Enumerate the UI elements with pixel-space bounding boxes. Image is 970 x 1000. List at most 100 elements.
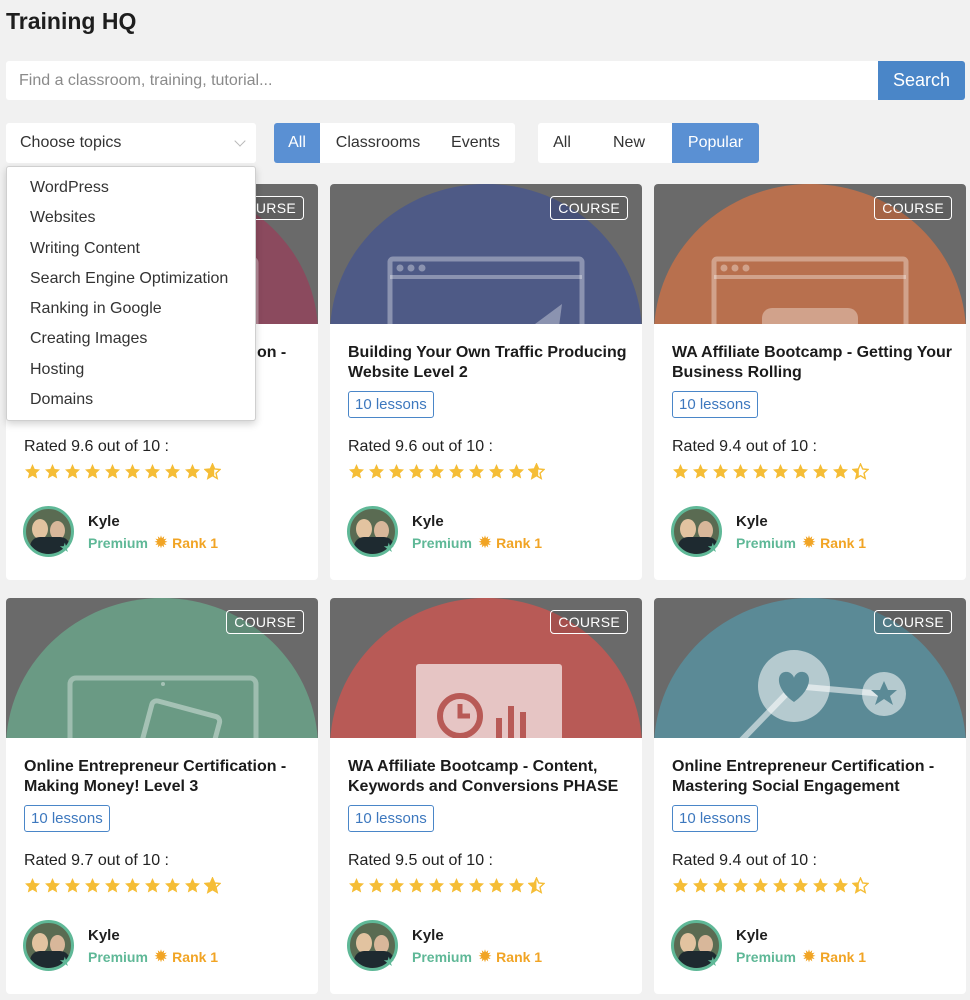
lessons-badge[interactable]: 10 lessons xyxy=(348,805,434,832)
course-badge: COURSE xyxy=(874,196,952,220)
type-filter-classrooms[interactable]: Classrooms xyxy=(320,123,436,163)
author-name[interactable]: Kyle xyxy=(88,927,120,944)
author-name[interactable]: Kyle xyxy=(412,927,444,944)
star-icon xyxy=(488,877,505,894)
lessons-badge[interactable]: 10 lessons xyxy=(672,805,758,832)
type-filter-events[interactable]: Events xyxy=(436,123,515,163)
topics-select[interactable]: Choose topics xyxy=(6,123,256,163)
type-filter: All Classrooms Events xyxy=(274,123,515,163)
star-icon xyxy=(692,877,709,894)
star-icon xyxy=(812,463,829,480)
star-icon xyxy=(104,463,121,480)
rank-sun-icon: ✹ xyxy=(477,947,493,966)
rank-sun-icon: ✹ xyxy=(801,947,817,966)
star-icon xyxy=(184,463,201,480)
sort-filter: All New Popular xyxy=(538,123,759,163)
author-meta: Premium ✹ Rank 1 xyxy=(736,534,867,551)
type-filter-all[interactable]: All xyxy=(274,123,320,163)
sort-filter-popular[interactable]: Popular xyxy=(672,123,759,163)
topic-option-hosting[interactable]: Hosting xyxy=(7,355,255,385)
author-rank: Rank 1 xyxy=(496,535,543,551)
membership-tier: Premium xyxy=(412,949,472,965)
search-button[interactable]: Search xyxy=(878,61,965,100)
star-icon xyxy=(44,877,61,894)
star-icon xyxy=(388,463,405,480)
star-icon xyxy=(792,463,809,480)
star-rating xyxy=(672,463,869,480)
course-card[interactable]: COURSE Building Your Own Traffic Producin… xyxy=(330,184,642,580)
star-icon xyxy=(672,463,689,480)
star-icon xyxy=(712,877,729,894)
lessons-badge[interactable]: 10 lessons xyxy=(24,805,110,832)
topics-dropdown: WordPress Websites Writing Content Searc… xyxy=(6,166,256,421)
star-icon xyxy=(772,877,789,894)
course-badge: COURSE xyxy=(550,610,628,634)
star-icon xyxy=(448,877,465,894)
star-icon xyxy=(468,463,485,480)
star-icon xyxy=(204,463,221,480)
lessons-badge[interactable]: 10 lessons xyxy=(672,391,758,418)
course-card[interactable]: COURSE Online Entrepreneur Certification … xyxy=(6,598,318,994)
author-name[interactable]: Kyle xyxy=(736,513,768,530)
course-card[interactable]: COURSE WA Affiliate Bootcamp - Getting Yo… xyxy=(654,184,966,580)
star-rating xyxy=(24,877,221,894)
lessons-badge[interactable]: 10 lessons xyxy=(348,391,434,418)
star-icon xyxy=(428,877,445,894)
search-bar: Search xyxy=(6,61,965,100)
topic-option-domains[interactable]: Domains xyxy=(7,385,255,415)
course-banner[interactable]: COURSE xyxy=(654,184,966,324)
avatar-star-icon: ★ xyxy=(59,954,71,969)
course-title[interactable]: WA Affiliate Bootcamp - Content, Keyword… xyxy=(348,757,628,797)
star-icon xyxy=(104,877,121,894)
topic-option-ranking-google[interactable]: Ranking in Google xyxy=(7,294,255,324)
course-banner[interactable]: COURSE xyxy=(330,598,642,738)
course-title[interactable]: WA Affiliate Bootcamp - Getting Your Bus… xyxy=(672,343,952,383)
course-banner[interactable]: COURSE xyxy=(6,598,318,738)
course-card[interactable]: COURSE WA Affiliate Bootcamp - Content, K… xyxy=(330,598,642,994)
course-title[interactable]: Online Entrepreneur Certification - Mast… xyxy=(672,757,952,797)
author-name[interactable]: Kyle xyxy=(736,927,768,944)
topic-option-writing-content[interactable]: Writing Content xyxy=(7,234,255,264)
topic-option-creating-images[interactable]: Creating Images xyxy=(7,324,255,354)
membership-tier: Premium xyxy=(88,949,148,965)
author-rank: Rank 1 xyxy=(820,535,867,551)
star-icon xyxy=(408,877,425,894)
course-card[interactable]: COURSE Online Entrepreneur Certification … xyxy=(654,598,966,994)
star-icon xyxy=(672,877,689,894)
course-banner[interactable]: COURSE xyxy=(654,598,966,738)
star-icon xyxy=(752,463,769,480)
sort-filter-new[interactable]: New xyxy=(586,123,672,163)
author-rank: Rank 1 xyxy=(172,949,219,965)
star-icon xyxy=(732,463,749,480)
star-rating xyxy=(348,877,545,894)
star-icon xyxy=(44,463,61,480)
topic-option-seo[interactable]: Search Engine Optimization xyxy=(7,264,255,294)
topic-option-wordpress[interactable]: WordPress xyxy=(7,173,255,203)
author-meta: Premium ✹ Rank 1 xyxy=(412,534,543,551)
star-icon xyxy=(64,463,81,480)
star-icon xyxy=(448,463,465,480)
author-name[interactable]: Kyle xyxy=(88,513,120,530)
course-title[interactable]: Building Your Own Traffic Producing Webs… xyxy=(348,343,628,383)
sort-filter-all[interactable]: All xyxy=(538,123,586,163)
star-icon xyxy=(408,463,425,480)
avatar-star-icon: ★ xyxy=(707,954,719,969)
star-icon xyxy=(348,877,365,894)
rating-text: Rated 9.5 out of 10 : xyxy=(348,852,493,869)
star-icon xyxy=(812,877,829,894)
course-title[interactable]: Online Entrepreneur Certification - Maki… xyxy=(24,757,304,797)
course-banner[interactable]: COURSE xyxy=(330,184,642,324)
star-icon xyxy=(124,877,141,894)
topic-option-websites[interactable]: Websites xyxy=(7,203,255,233)
author-name[interactable]: Kyle xyxy=(412,513,444,530)
search-input[interactable] xyxy=(6,61,878,100)
star-icon xyxy=(852,463,869,480)
star-icon xyxy=(792,877,809,894)
author-rank: Rank 1 xyxy=(496,949,543,965)
star-icon xyxy=(712,463,729,480)
course-badge: COURSE xyxy=(874,610,952,634)
author-rank: Rank 1 xyxy=(172,535,219,551)
membership-tier: Premium xyxy=(736,535,796,551)
star-icon xyxy=(468,877,485,894)
page-title: Training HQ xyxy=(6,8,137,34)
